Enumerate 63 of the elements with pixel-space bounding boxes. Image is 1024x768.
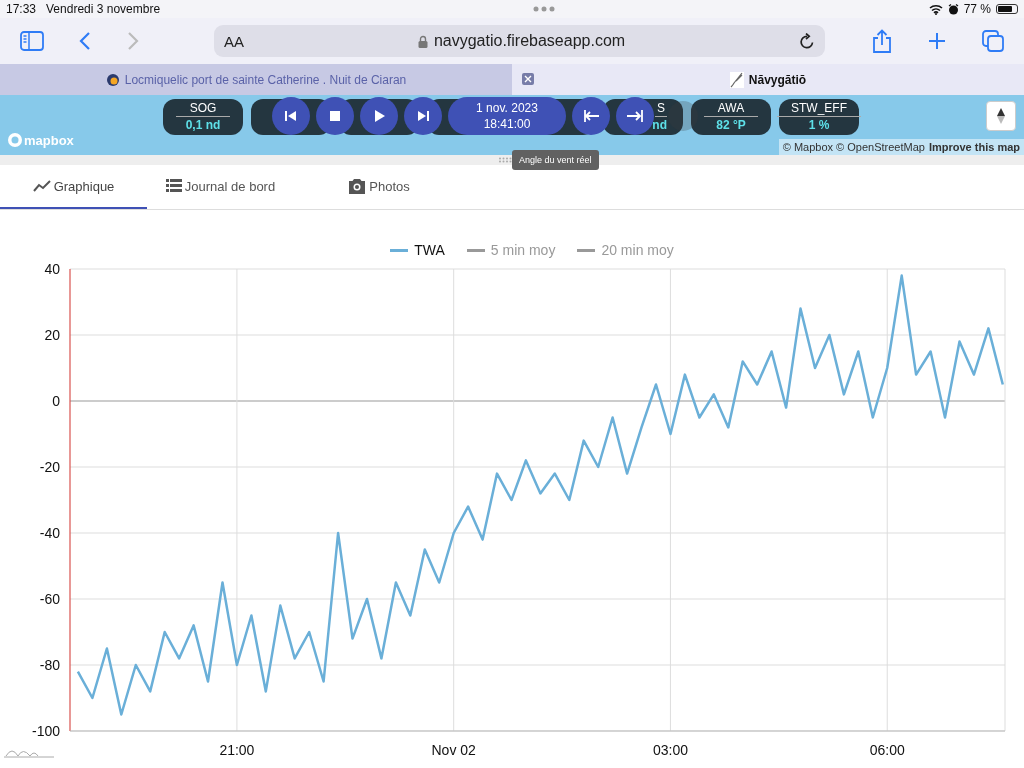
instrument-value: nd: [652, 117, 667, 133]
instrument-label: SOG: [175, 101, 231, 117]
x-tick-label: 03:00: [652, 742, 688, 758]
sidebar-icon[interactable]: [20, 31, 44, 51]
logo-icon: [105, 72, 120, 87]
address-bar[interactable]: AA navygatio.firebaseapp.com: [214, 25, 825, 57]
playback-time: 1 nov. 2023 18:41:00: [448, 97, 566, 135]
improve-map-link[interactable]: Improve this map: [928, 141, 1020, 153]
alarm-icon: [947, 3, 959, 15]
attribution-text: © Mapbox © OpenStreetMap: [782, 141, 925, 153]
legend-item[interactable]: TWA: [390, 240, 445, 260]
share-icon[interactable]: [872, 29, 892, 53]
tooltip: Angle du vent réel: [512, 150, 599, 170]
compass-icon: [996, 106, 1006, 126]
close-tab-icon[interactable]: [522, 73, 534, 85]
app-tab[interactable]: Photos: [334, 165, 424, 209]
status-time: 17:33: [6, 2, 37, 16]
battery-percent: 77 %: [963, 2, 991, 16]
wifi-icon: [928, 3, 943, 15]
text-size-button[interactable]: AA: [224, 32, 244, 50]
app-tab[interactable]: Graphique: [0, 165, 147, 209]
camera-icon: [348, 178, 367, 194]
battery-icon: [996, 4, 1018, 14]
jump-end-icon: [627, 108, 643, 124]
mountain-icon[interactable]: [3, 750, 55, 758]
status-date: Vendredi 3 novembre: [46, 2, 161, 16]
map-panel[interactable]: SOG 0,1 nd S nd AWA 82 °P STW_EFF 1 % 1 nov. 2023 18:41:00 mapbox © Mapbox © OpenStreetMap Improve this map: [0, 95, 1024, 155]
browser-tab[interactable]: Locmiquelic port de sainte Catherine . Nuit de Ciaran: [0, 64, 512, 95]
instrument-value: 0,1 nd: [185, 117, 221, 133]
jump-start-icon: [583, 108, 599, 124]
instrument-label: AWA: [703, 101, 759, 117]
compass-button[interactable]: [986, 101, 1016, 131]
list-icon: [165, 179, 182, 193]
new-tab-icon[interactable]: [928, 32, 946, 50]
x-tick-label: Nov 02: [431, 742, 476, 758]
stop-icon: [327, 108, 343, 124]
url-text: navygatio.firebaseapp.com: [433, 32, 626, 50]
more-icon[interactable]: [533, 6, 556, 12]
lock-icon: [417, 34, 428, 48]
chart-icon: [32, 180, 51, 192]
drag-handle-icon[interactable]: [498, 157, 512, 163]
y-tick-label: 0: [52, 393, 60, 409]
feather-icon: [729, 71, 744, 88]
instrument-value: 82 °P: [716, 117, 746, 133]
y-tick-label: -60: [39, 591, 60, 607]
instrument-value: 1 %: [808, 117, 830, 133]
y-tick-label: -80: [39, 657, 60, 673]
reload-icon[interactable]: [799, 32, 815, 50]
skip-back-icon: [283, 108, 299, 124]
tabs-icon[interactable]: [982, 30, 1004, 52]
y-tick-label: 40: [44, 261, 60, 277]
instrument-label: STW_EFF: [777, 101, 861, 117]
y-tick-label: -100: [31, 723, 60, 739]
y-tick-label: 20: [44, 327, 60, 343]
app-tab[interactable]: Journal de bord: [147, 165, 294, 209]
instrument-label: S: [655, 101, 667, 117]
x-tick-label: 21:00: [219, 742, 255, 758]
back-icon[interactable]: [78, 31, 92, 51]
x-tick-label: 06:00: [869, 742, 905, 758]
skip-forward-icon: [415, 108, 431, 124]
y-tick-label: -40: [39, 525, 60, 541]
faded-button[interactable]: [668, 101, 698, 131]
y-tick-label: -20: [39, 459, 60, 475]
